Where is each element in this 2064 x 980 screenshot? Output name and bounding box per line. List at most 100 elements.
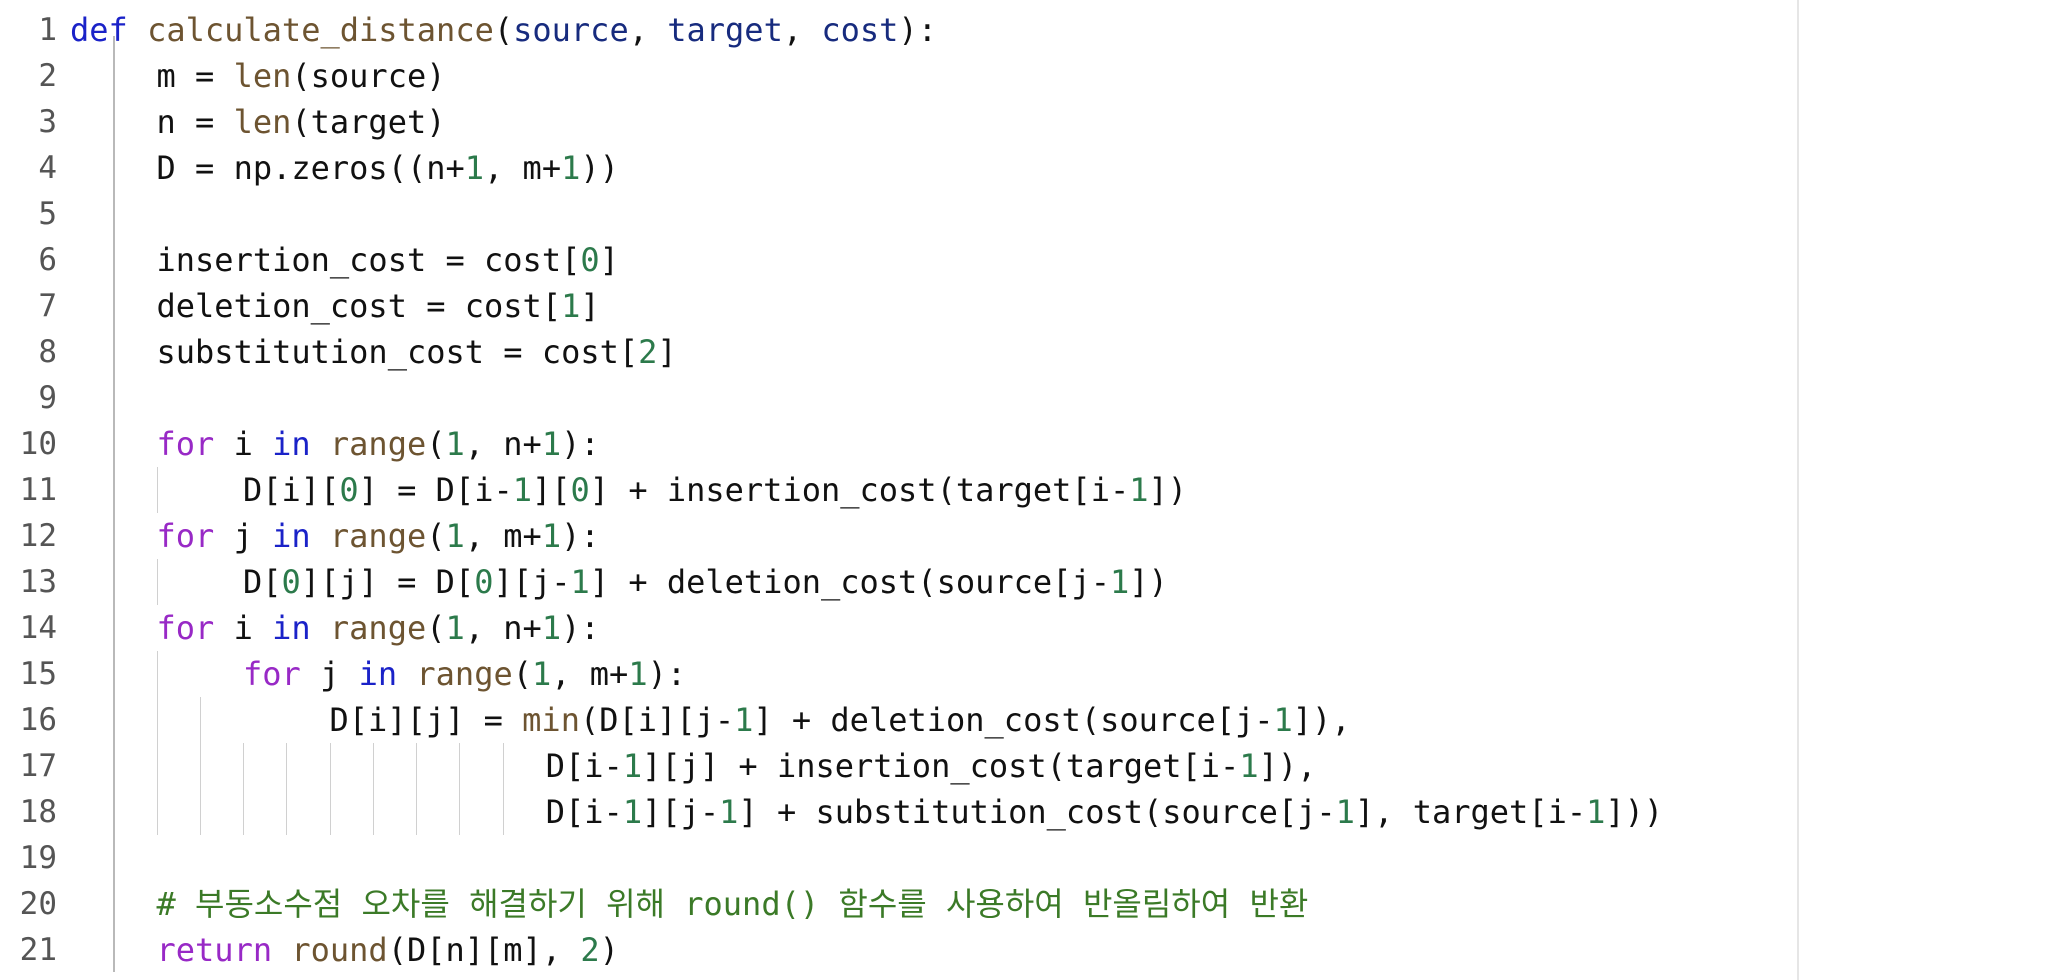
indent-guide	[372, 743, 374, 789]
token-plain: , m+	[464, 517, 542, 555]
token-def: def	[70, 11, 128, 49]
token-num: 1	[1239, 747, 1259, 785]
line-number: 14	[19, 610, 57, 646]
token-builtin: range	[329, 425, 427, 463]
token-num: 1	[628, 655, 648, 693]
token-num: 1	[570, 563, 590, 601]
token-op: in	[272, 425, 311, 463]
code-text: for i in range(1, n+1):	[157, 605, 600, 651]
line-number: 16	[19, 702, 57, 738]
token-plain: insertion_cost = cost[	[156, 241, 581, 279]
token-plain: (	[426, 609, 446, 647]
code-editor[interactable]: 1 def calculate_distance(source, target, …	[0, 0, 2064, 980]
code-text: insertion_cost = cost[0]	[157, 237, 619, 283]
token-builtin: range	[329, 609, 427, 647]
token-plain: , n+	[464, 609, 542, 647]
token-num: 1	[1273, 701, 1293, 739]
token-op: in	[272, 609, 311, 647]
indent-guide	[329, 743, 331, 789]
indent-guide	[416, 743, 417, 789]
code-text: D[i-1][j] + insertion_cost(target[i-1]),	[546, 743, 1317, 789]
code-text: D[i][j] = min(D[i][j-1] + deletion_cost(…	[330, 697, 1351, 743]
indent-guide	[372, 789, 374, 835]
indent-guide	[156, 789, 158, 835]
function-indent-guide	[113, 36, 115, 972]
token-kw: for	[156, 609, 215, 647]
line-number: 11	[19, 472, 57, 508]
token-plain: D = np.zeros((n+	[156, 149, 465, 187]
line-number: 20	[19, 886, 57, 922]
token-num: 1	[541, 517, 562, 555]
token-plain: ][j] = D[	[300, 563, 475, 601]
line-number: 19	[19, 840, 57, 876]
token-num: 1	[1129, 471, 1149, 509]
token-builtin: range	[416, 655, 513, 693]
token-num: 1	[445, 517, 465, 555]
token-builtin: len	[233, 57, 292, 95]
indent-guide	[286, 789, 288, 835]
indent-guide	[459, 743, 461, 789]
token-num: 0	[339, 471, 359, 509]
column-ruler	[1797, 0, 1799, 980]
indent-guide	[243, 789, 244, 835]
line-number: 9	[38, 380, 57, 416]
token-plain: ,	[782, 11, 822, 49]
indent-guide	[156, 743, 158, 789]
line-number: 5	[38, 196, 57, 232]
token-fn: calculate_distance	[147, 11, 494, 49]
token-num: 2	[580, 931, 600, 969]
token-num: 1	[1586, 793, 1606, 831]
token-plain: ] + deletion_cost(source[j-	[589, 563, 1110, 601]
line-number: 1	[38, 12, 57, 48]
line-number: 10	[19, 426, 57, 462]
token-plain: D[i][	[243, 471, 340, 509]
line-number: 3	[38, 104, 57, 140]
token-plain: (	[426, 517, 446, 555]
token-plain: ]	[580, 287, 600, 325]
token-plain: j	[214, 517, 273, 555]
indent-guide	[199, 743, 201, 789]
token-plain: ]	[657, 333, 677, 371]
code-text: deletion_cost = cost[1]	[157, 283, 600, 329]
token-num: 1	[512, 471, 532, 509]
token-plain: ):	[561, 425, 600, 463]
code-text: D[i][0] = D[i-1][0] + insertion_cost(tar…	[243, 467, 1187, 513]
token-plain: ][j-	[642, 793, 720, 831]
token-plain: (	[426, 425, 446, 463]
line-number: 8	[38, 334, 57, 370]
indent-guide	[199, 789, 201, 835]
token-plain: ):	[647, 655, 687, 693]
token-plain: substitution_cost = cost[	[156, 333, 639, 371]
token-plain: , m+	[551, 655, 629, 693]
token-num: 1	[561, 287, 581, 325]
indent-guide	[199, 697, 201, 743]
code-text: m = len(source)	[157, 53, 446, 99]
token-plain: (D[n][m],	[387, 931, 581, 969]
token-num: 1	[622, 747, 643, 785]
token-num: 1	[719, 793, 739, 831]
token-plain: , m+	[484, 149, 562, 187]
line-number: 15	[19, 656, 57, 692]
token-num: 1	[445, 609, 465, 647]
token-plain: ]	[599, 241, 619, 279]
token-kw: for	[156, 425, 215, 463]
token-num: 0	[281, 563, 301, 601]
code-text: for j in range(1, m+1):	[157, 513, 600, 559]
line-number: 2	[38, 58, 57, 94]
token-plain: m =	[156, 57, 234, 95]
token-num: 1	[541, 425, 562, 463]
token-plain: (target)	[291, 103, 446, 141]
indent-guide	[243, 743, 244, 789]
code-text: def calculate_distance(source, target, c…	[70, 7, 937, 53]
token-plain: D[i-	[545, 747, 623, 785]
indent-guide	[286, 743, 288, 789]
token-kw: return	[156, 931, 273, 969]
indent-guide	[156, 559, 158, 605]
code-text: substitution_cost = cost[2]	[157, 329, 677, 375]
token-plain: ][	[531, 471, 571, 509]
token-plain: ):	[561, 517, 600, 555]
token-plain: i	[214, 425, 273, 463]
